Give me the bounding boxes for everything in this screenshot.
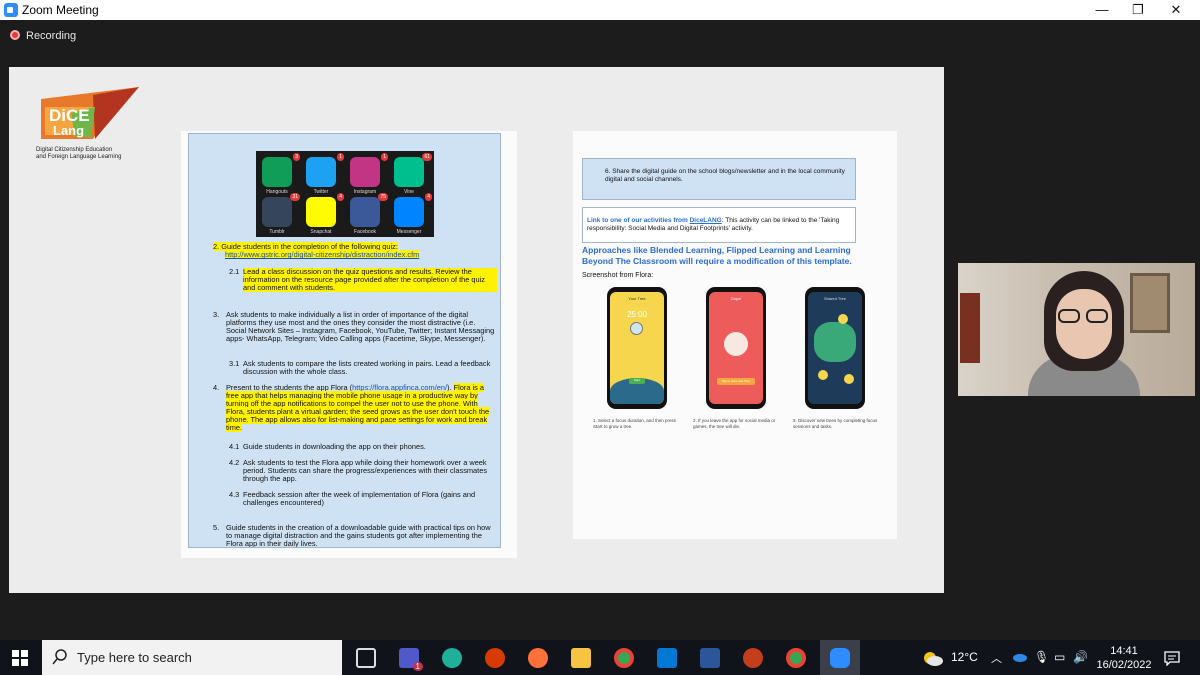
close-button[interactable]: ✕ (1158, 0, 1194, 20)
flora-phone-map: Shared Tree (805, 287, 865, 409)
step-5: 5. Guide students in the creation of a d… (213, 523, 491, 548)
step-3-1: 3.1 Ask students to compare the lists cr… (229, 359, 491, 377)
flora-phone-timer: Your Tree 25:00 Start (607, 287, 667, 409)
search-icon (52, 649, 67, 665)
onedrive-icon[interactable] (1011, 652, 1027, 662)
minimize-button[interactable]: — (1084, 0, 1120, 20)
recording-indicator[interactable]: Recording (10, 30, 76, 42)
microphone-icon[interactable]: 🎙 (1034, 650, 1049, 664)
file-explorer-icon[interactable] (571, 648, 591, 668)
teams-icon[interactable]: 1 (399, 648, 423, 671)
step-3: 3. Ask students to make individually a l… (213, 310, 495, 344)
windows-start-icon[interactable] (12, 650, 28, 666)
windows-taskbar: Type here to search 1 12°C ︿ 🎙 ▭ 🔊 14:41… (0, 640, 1200, 675)
caption-step-1: 1. Select a focus duration, and then pre… (593, 418, 677, 429)
record-dot-icon (10, 30, 20, 40)
zoom-taskbar-button[interactable] (820, 640, 860, 675)
weather-cloud-icon[interactable] (922, 650, 944, 666)
instagram-app-icon: 1 Instagram (348, 153, 388, 195)
chevron-up-icon[interactable]: ︿ (991, 650, 1002, 666)
social-apps-image: 3 Hangouts 1 Twitter 1 Instagram 61 Vine 31 T… (256, 151, 434, 237)
step-4-1: 4.1 Guide students in downloading the ap… (229, 442, 426, 451)
hangouts-app-icon: 3 Hangouts (260, 153, 300, 195)
word-icon[interactable] (700, 648, 720, 668)
dicelang-link[interactable]: DiceLANG (690, 217, 722, 224)
clock-time: 14:41 (1110, 645, 1138, 657)
participant-face (1056, 289, 1112, 359)
document-page-left: 3 Hangouts 1 Twitter 1 Instagram 61 Vine 31 T… (181, 131, 517, 558)
teams-badge: 1 (412, 662, 423, 671)
task-view-icon[interactable] (356, 648, 376, 668)
snapchat-app-icon: 4 Snapchat (304, 193, 344, 235)
related-activity-box: Link to one of our activities from DiceL… (582, 207, 856, 243)
taskbar-search-box[interactable]: Type here to search (42, 640, 342, 675)
step-2: 2. Guide students in the completion of t… (213, 242, 420, 260)
notification-icon[interactable] (1164, 650, 1180, 666)
edge-icon[interactable] (442, 648, 462, 668)
clock[interactable]: 14:41 16/02/2022 (1094, 644, 1154, 672)
firefox-icon[interactable] (528, 648, 548, 668)
logo-caption: Digital Citizenship Education and Foreig… (36, 147, 122, 160)
document-page-right: 6. Share the digital guide on the school… (573, 131, 897, 539)
flora-phone-oops: Oops! Tap to start new Tree (706, 287, 766, 409)
volume-icon[interactable]: 🔊 (1073, 650, 1088, 664)
vine-app-icon: 61 Vine (392, 153, 432, 195)
svg-text:Lang: Lang (53, 123, 84, 138)
chrome-profile-icon[interactable] (786, 648, 806, 668)
quiz-link[interactable]: http://www.gstric.org/digital-citizenshi… (225, 250, 420, 260)
participant-video[interactable] (958, 263, 1195, 396)
battery-icon[interactable]: ▭ (1054, 650, 1065, 664)
step-4-3: 4.3 Feedback session after the week of i… (229, 490, 476, 508)
zoom-app-icon (4, 3, 18, 17)
chrome-icon[interactable] (614, 648, 634, 668)
restore-button[interactable]: ❐ (1120, 0, 1156, 20)
window-title: Zoom Meeting (22, 3, 99, 17)
messenger-app-icon: 4 Messenger (392, 193, 432, 235)
twitter-app-icon: 1 Twitter (304, 153, 344, 195)
facebook-app-icon: 75 Facebook (348, 193, 388, 235)
screenshot-label: Screenshot from Flora: (582, 272, 654, 279)
zoom-icon (830, 648, 850, 668)
step-4-2: 4.2 Ask students to test the Flora app w… (229, 458, 488, 484)
outlook-icon[interactable] (657, 648, 677, 668)
recording-label: Recording (26, 30, 77, 42)
approaches-note: Approaches like Blended Learning, Flippe… (582, 245, 852, 266)
step-6: 6. Share the digital guide on the school… (582, 158, 856, 200)
title-bar: Zoom Meeting — ❐ ✕ (0, 0, 1200, 20)
tumblr-app-icon: 31 Tumblr (260, 193, 300, 235)
step-2-1: 2.1 Lead a class discussion on the quiz … (229, 267, 497, 293)
clock-date: 16/02/2022 (1096, 659, 1152, 671)
powerpoint-icon[interactable] (743, 648, 763, 668)
shared-screen: DiCE Lang Digital Citizenship Education … (9, 67, 944, 593)
caption-step-3: 3. Discover new trees by completing focu… (793, 418, 878, 429)
lesson-steps-box: 3 Hangouts 1 Twitter 1 Instagram 61 Vine 31 T… (188, 133, 501, 548)
caption-step-2: 2. If you leave the app for social media… (693, 418, 776, 429)
acrobat-icon[interactable] (485, 648, 505, 668)
search-placeholder: Type here to search (77, 650, 192, 665)
temperature[interactable]: 12°C (951, 650, 978, 664)
step-4: 4. Present to the students the app Flora… (213, 383, 490, 433)
